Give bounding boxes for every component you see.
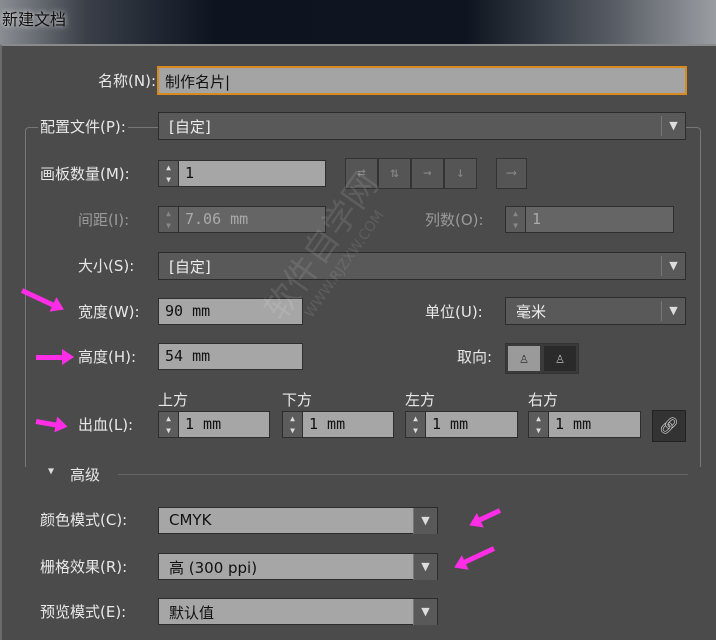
arrange-by-column-icon[interactable]: ↓ — [444, 158, 477, 189]
orientation-group: ♙ ♙ — [505, 343, 579, 374]
collapse-triangle-icon[interactable]: ▼ — [48, 466, 54, 477]
bleed-bottom-stepper[interactable]: ▲ ▼ 1 mm — [282, 411, 394, 438]
bleed-top-stepper[interactable]: ▲ ▼ 1 mm — [158, 411, 270, 438]
raster-label: 栅格效果(R): — [40, 558, 128, 576]
bleed-left-stepper[interactable]: ▲ ▼ 1 mm — [405, 411, 518, 438]
bleed-bottom-label: 下方 — [282, 391, 313, 409]
stepper-arrows-icon[interactable]: ▲ ▼ — [406, 412, 426, 437]
arrange-by-row-icon[interactable]: → — [411, 158, 444, 189]
bleed-right-label: 右方 — [528, 391, 559, 409]
spacing-label: 间距(I): — [78, 211, 130, 229]
advanced-label[interactable]: 高级 — [70, 464, 100, 485]
window-title: 新建文档 — [2, 10, 67, 29]
stepper-arrows-icon[interactable]: ▲ ▼ — [159, 412, 179, 437]
stepper-arrows-icon[interactable]: ▲ ▼ — [529, 412, 549, 437]
chevron-down-icon: ▼ — [413, 599, 437, 625]
annotation-arrow-icon — [36, 349, 74, 365]
stepper-arrows-icon[interactable]: ▲ ▼ — [506, 207, 526, 232]
link-bleed-icon[interactable]: 🔗︎ — [652, 410, 686, 442]
layout-direction-icon[interactable]: ⟶ — [496, 158, 527, 189]
chevron-down-icon: ▼ — [661, 256, 685, 276]
preview-label: 预览模式(E): — [40, 603, 127, 621]
orientation-label: 取向: — [457, 348, 493, 366]
name-label: 名称(N): — [98, 72, 156, 90]
artboards-stepper[interactable]: ▲ ▼ 1 — [158, 160, 326, 187]
units-dropdown[interactable]: 毫米 ▼ — [505, 297, 686, 325]
size-dropdown[interactable]: [自定] ▼ — [158, 252, 686, 280]
landscape-icon[interactable]: ♙ — [544, 346, 576, 371]
artboards-label: 画板数量(M): — [40, 165, 130, 183]
columns-label: 列数(O): — [425, 211, 484, 229]
stepper-arrows-icon[interactable]: ▲ ▼ — [283, 412, 303, 437]
bleed-top-label: 上方 — [158, 391, 189, 409]
width-input[interactable]: 90 mm — [158, 298, 303, 325]
color-mode-label: 颜色模式(C): — [40, 511, 128, 529]
color-mode-dropdown[interactable]: CMYK ▼ — [158, 507, 438, 534]
chevron-down-icon: ▼ — [413, 508, 437, 534]
grid-by-column-icon[interactable]: ⇅ — [378, 158, 411, 189]
stepper-arrows-icon[interactable]: ▲ ▼ — [159, 207, 179, 232]
columns-stepper[interactable]: ▲ ▼ 1 — [505, 206, 674, 233]
name-input[interactable]: 制作名片| — [157, 66, 687, 95]
portrait-icon[interactable]: ♙ — [508, 346, 540, 371]
raster-dropdown[interactable]: 高 (300 ppi) ▼ — [158, 553, 438, 580]
units-label: 单位(U): — [425, 303, 483, 321]
size-label: 大小(S): — [78, 257, 135, 275]
title-bar: 新建文档 — [0, 0, 716, 44]
grid-by-row-icon[interactable]: ⇄ — [345, 158, 378, 189]
profile-dropdown[interactable]: [自定] ▼ — [158, 112, 686, 140]
spacing-stepper[interactable]: ▲ ▼ 7.06 mm — [158, 206, 326, 233]
height-input[interactable]: 54 mm — [158, 343, 303, 370]
preview-dropdown[interactable]: 默认值 ▼ — [158, 598, 438, 625]
height-label: 高度(H): — [78, 348, 137, 366]
profile-label: 配置文件(P): — [38, 116, 128, 137]
bleed-label: 出血(L): — [78, 416, 134, 434]
chevron-down-icon: ▼ — [661, 301, 685, 321]
bleed-right-stepper[interactable]: ▲ ▼ 1 mm — [528, 411, 641, 438]
advanced-divider — [118, 474, 688, 475]
chevron-down-icon: ▼ — [661, 116, 685, 136]
bleed-left-label: 左方 — [405, 391, 436, 409]
stepper-arrows-icon[interactable]: ▲ ▼ — [159, 161, 179, 186]
chevron-down-icon: ▼ — [413, 554, 437, 580]
width-label: 宽度(W): — [78, 303, 140, 321]
